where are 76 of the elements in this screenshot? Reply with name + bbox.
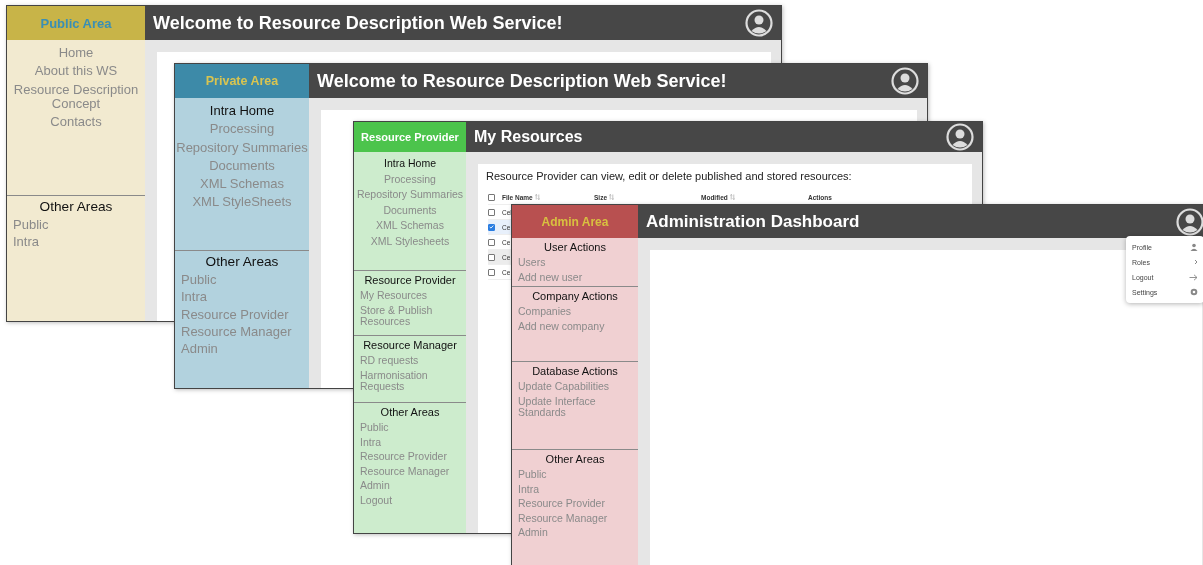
nav-link[interactable]: My Resources xyxy=(354,290,434,302)
nav-link[interactable]: About this WS xyxy=(34,64,118,79)
section-heading: Other Areas xyxy=(545,453,605,465)
checkbox[interactable] xyxy=(488,238,495,246)
nav-link[interactable]: Resource Manager xyxy=(354,465,456,478)
nav-link[interactable]: Intra xyxy=(354,436,387,449)
nav-link[interactable]: Public xyxy=(354,422,395,434)
section-heading: User Actions xyxy=(544,241,606,253)
chevron-right-icon xyxy=(1194,259,1198,265)
section-heading: Other Areas xyxy=(205,254,279,269)
user-avatar-icon[interactable] xyxy=(745,9,773,37)
user-avatar-icon[interactable] xyxy=(1176,207,1203,236)
checkbox[interactable] xyxy=(488,208,495,216)
nav-link[interactable]: Public xyxy=(512,469,553,481)
nav-link[interactable]: Repository Summaries xyxy=(176,140,308,155)
nav-link[interactable]: Logout xyxy=(354,494,399,507)
arrow-right-icon xyxy=(1189,273,1198,281)
nav-link[interactable]: Intra xyxy=(7,235,45,250)
nav-link[interactable]: Add new user xyxy=(512,271,589,284)
nav-link[interactable]: Add new company xyxy=(512,320,611,333)
nav-link[interactable]: Resource Provider xyxy=(175,307,295,322)
nav-link[interactable]: Update Interface Standards xyxy=(512,395,638,419)
nav-link[interactable]: XML Schemas xyxy=(376,220,444,232)
nav-link[interactable]: Admin xyxy=(512,527,554,539)
nav-link[interactable]: Admin xyxy=(175,342,224,357)
page-title: Administration Dashboard xyxy=(646,211,860,232)
nav-link[interactable]: Processing xyxy=(384,173,436,186)
nav-link[interactable]: XML Schemas xyxy=(199,177,285,192)
checkbox[interactable] xyxy=(488,223,495,231)
nav-link[interactable]: Companies xyxy=(512,306,578,318)
nav-link[interactable]: Update Capabilities xyxy=(512,381,616,393)
page-title: Welcome to Resource Description Web Service! xyxy=(153,12,563,34)
user-avatar-icon[interactable] xyxy=(891,67,919,95)
nav-link[interactable]: XML Stylesheets xyxy=(370,235,450,248)
area-title: Admin Area xyxy=(512,205,638,238)
nav-link[interactable]: Intra xyxy=(175,290,213,305)
area-title: Public Area xyxy=(7,6,145,40)
section-heading: Resource Provider xyxy=(364,274,456,286)
user-avatar-icon[interactable] xyxy=(946,123,974,151)
nav-link[interactable]: Contacts xyxy=(50,115,102,130)
area-title: Private Area xyxy=(175,64,309,98)
nav-link[interactable]: RD requests xyxy=(354,355,425,367)
nav-link[interactable]: Processing xyxy=(209,122,275,137)
nav-link[interactable]: Admin xyxy=(354,480,396,492)
nav-link[interactable]: Resource Description Concept xyxy=(7,82,145,112)
nav-link[interactable]: XML StyleSheets xyxy=(192,195,292,210)
page-title: My Resources xyxy=(474,128,583,146)
nav-link[interactable]: Resource Provider xyxy=(354,451,453,463)
nav-link[interactable]: Store & Publish Resources xyxy=(354,304,466,328)
nav-link[interactable]: Public xyxy=(175,273,223,288)
checkbox[interactable] xyxy=(488,253,495,261)
section-heading: Company Actions xyxy=(532,290,618,302)
nav-link[interactable]: Documents xyxy=(383,204,437,217)
nav-link[interactable]: Resource Manager xyxy=(512,512,614,525)
section-heading: Other Areas xyxy=(39,199,113,214)
section-heading: Other Areas xyxy=(380,406,440,418)
intro-text: Resource Provider can view, edit or delete published and stored resources: xyxy=(485,169,853,184)
section-heading: Database Actions xyxy=(532,365,618,377)
nav-link[interactable]: Intra xyxy=(512,483,545,496)
person-icon xyxy=(1190,243,1198,251)
nav-link[interactable]: Repository Summaries xyxy=(356,189,464,201)
nav-link[interactable]: Home xyxy=(58,46,94,61)
area-title: Resource Provider xyxy=(354,122,466,152)
checkbox[interactable] xyxy=(488,193,495,201)
settings-icon xyxy=(1190,288,1198,296)
checkbox[interactable] xyxy=(488,268,495,276)
nav-link[interactable]: Users xyxy=(512,257,552,269)
nav-link[interactable]: Documents xyxy=(209,158,275,174)
nav-link[interactable]: Public xyxy=(7,218,55,233)
nav-link[interactable]: Resource Manager xyxy=(175,324,298,340)
page-title: Welcome to Resource Description Web Service! xyxy=(317,70,727,92)
nav-link[interactable]: Resource Provider xyxy=(512,498,611,510)
section-heading: Resource Manager xyxy=(363,339,457,351)
nav-link[interactable]: Intra Home xyxy=(384,158,436,170)
nav-link[interactable]: Intra Home xyxy=(209,104,275,119)
nav-link[interactable]: Harmonisation Requests xyxy=(354,369,466,393)
